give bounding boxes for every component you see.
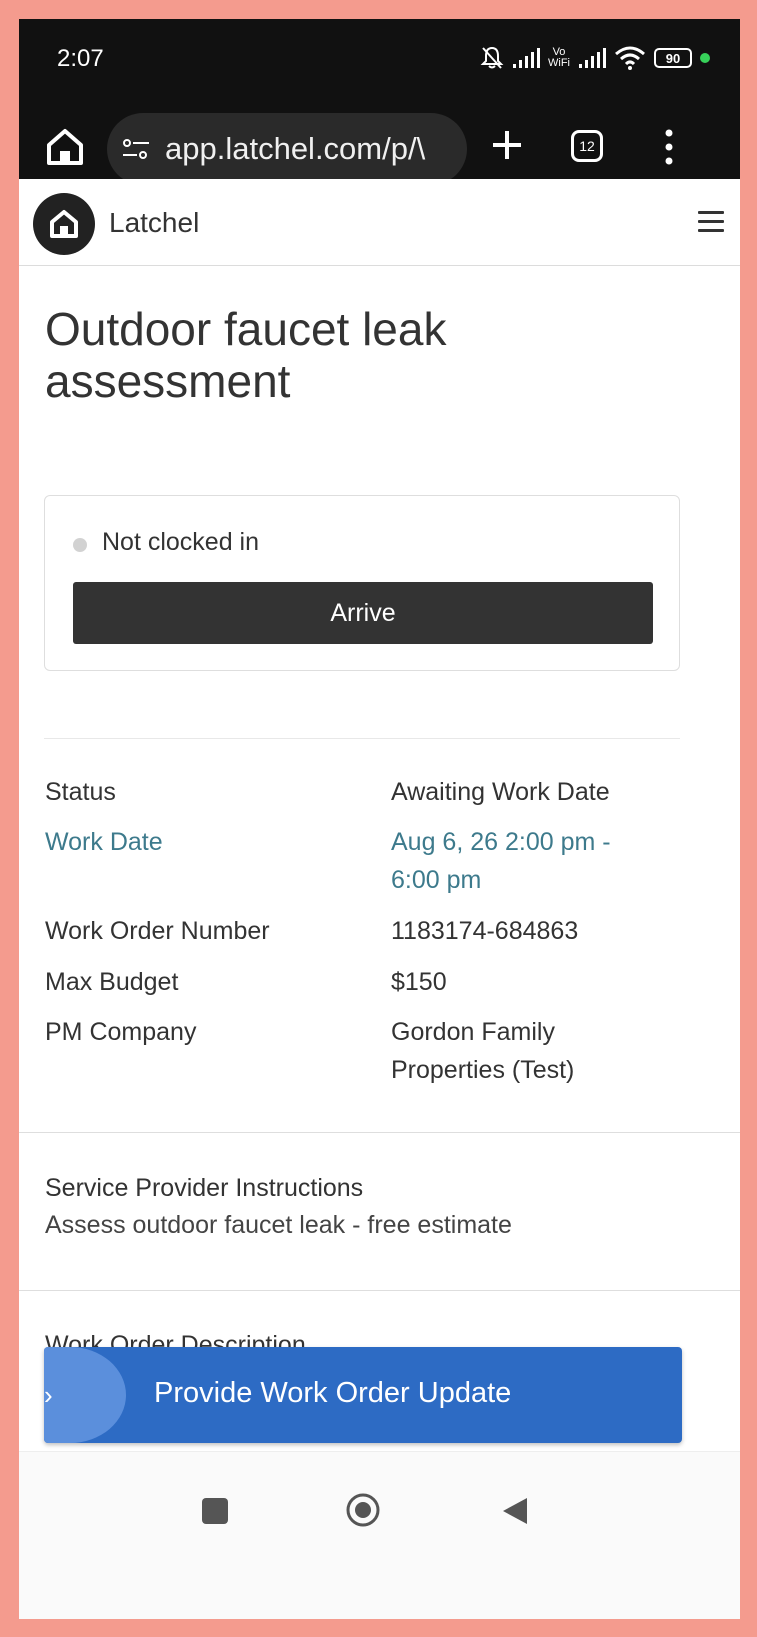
provide-update-button[interactable]: › Provide Work Order Update	[44, 1347, 682, 1443]
battery-icon: 90	[654, 48, 692, 68]
system-nav-bar	[19, 1451, 740, 1619]
more-options-icon[interactable]	[659, 125, 679, 169]
home-icon[interactable]	[43, 125, 87, 169]
url-text[interactable]: app.latchel.com/p/\	[165, 131, 425, 167]
hamburger-menu-icon[interactable]	[698, 211, 724, 233]
clock-in-card: Not clocked in Arrive	[44, 495, 680, 671]
home-nav-icon[interactable]	[345, 1492, 381, 1528]
detail-value: Awaiting Work Date	[391, 778, 610, 806]
new-tab-icon[interactable]	[485, 123, 529, 167]
divider	[19, 1132, 740, 1133]
divider	[44, 738, 680, 739]
clock-status-dot	[73, 538, 87, 552]
detail-label: Max Budget	[45, 968, 179, 996]
page-title: Outdoor faucet leak assessment	[45, 303, 447, 407]
detail-label: PM Company	[45, 1018, 197, 1046]
status-bar: 2:07 Vo WiFi 90	[19, 19, 740, 95]
instructions-value: Assess outdoor faucet leak - free estima…	[45, 1211, 512, 1239]
chevron-right-icon: ›	[44, 1380, 53, 1410]
privacy-dot	[700, 53, 710, 63]
clock-status-text: Not clocked in	[102, 528, 260, 556]
site-header: Latchel	[19, 179, 740, 266]
update-button-label: Provide Work Order Update	[154, 1377, 512, 1409]
phone-screen: 2:07 Vo WiFi 90 app.latchel.com/p/\ 12 L…	[19, 19, 740, 1619]
wifi-icon	[615, 46, 645, 70]
site-settings-icon[interactable]	[121, 135, 151, 165]
vowifi-indicator: Vo WiFi	[548, 46, 570, 69]
back-icon[interactable]	[501, 1496, 529, 1526]
detail-label: Work Order Number	[45, 917, 270, 945]
tab-switcher-button[interactable]: 12	[571, 130, 603, 162]
recents-icon[interactable]	[202, 1498, 228, 1524]
brand-name: Latchel	[109, 207, 200, 238]
detail-value: $150	[391, 968, 447, 996]
detail-label: Status	[45, 778, 116, 806]
status-time: 2:07	[57, 45, 104, 72]
logo-house-icon	[50, 210, 78, 238]
divider	[19, 1290, 740, 1291]
detail-value: 1183174-684863	[391, 917, 579, 945]
update-chevron-area: ›	[44, 1347, 126, 1443]
arrive-button[interactable]: Arrive	[73, 582, 653, 644]
latchel-logo[interactable]	[33, 193, 95, 255]
detail-value: Gordon Family Properties (Test)	[391, 1018, 575, 1084]
bell-off-icon	[480, 46, 504, 69]
signal-icon	[513, 48, 540, 68]
status-icons: Vo WiFi 90	[480, 43, 710, 73]
work-date-value-link[interactable]: Aug 6, 26 2:00 pm - 6:00 pm	[391, 823, 651, 899]
work-date-link[interactable]: Work Date	[45, 823, 375, 861]
instructions-label: Service Provider Instructions	[45, 1174, 364, 1202]
signal-icon-2	[579, 48, 606, 68]
url-bar[interactable]: app.latchel.com/p/\	[107, 113, 467, 185]
